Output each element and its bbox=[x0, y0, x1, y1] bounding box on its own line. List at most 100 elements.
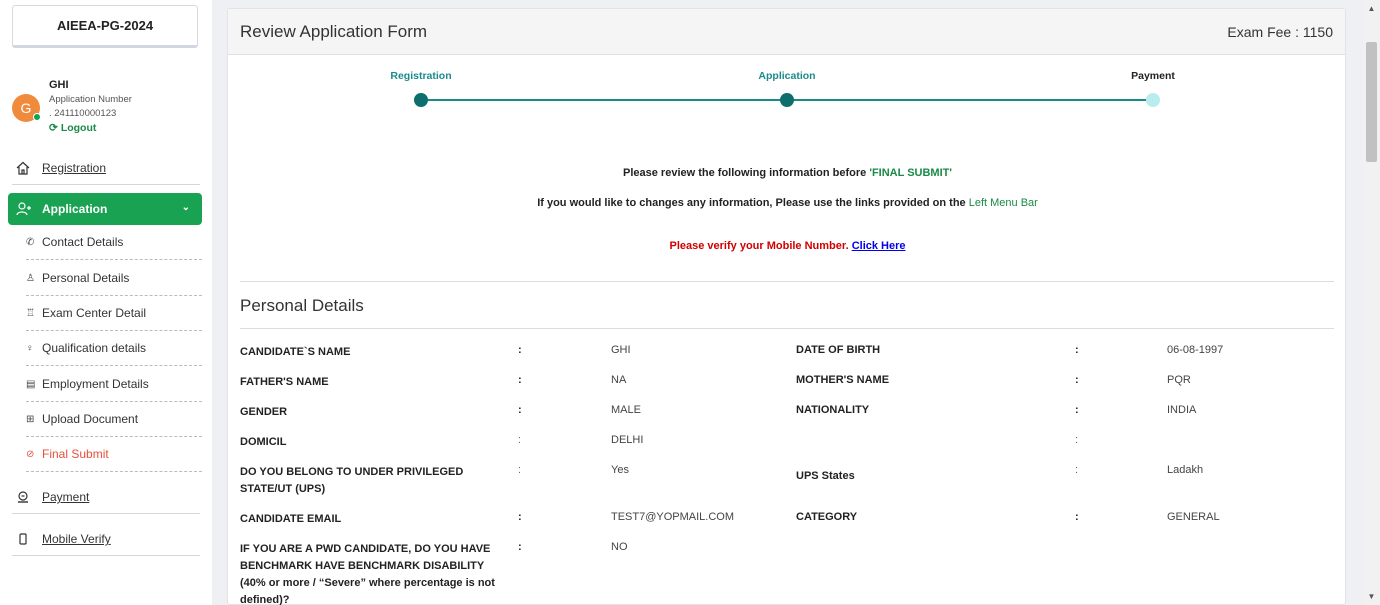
mobile-icon bbox=[12, 533, 34, 545]
phone-icon: ✆ bbox=[26, 236, 35, 248]
nav-registration-label: Registration bbox=[42, 161, 107, 175]
scroll-up-arrow-icon[interactable]: ▲ bbox=[1363, 0, 1380, 17]
field-label: UPS States bbox=[796, 470, 855, 482]
separator: : bbox=[1075, 404, 1079, 416]
field-value: Yes bbox=[611, 464, 629, 476]
qualification-icon: ♀ bbox=[26, 342, 34, 354]
sidebar-item-label: Final Submit bbox=[42, 447, 109, 461]
upload-icon: ⊞ bbox=[26, 413, 35, 425]
sidebar-item-upload-document[interactable]: ⊞ Upload Document bbox=[26, 402, 202, 437]
review-notice-text: Please review the following information … bbox=[623, 167, 870, 179]
sidebar-item-personal-details[interactable]: ♙ Personal Details bbox=[26, 261, 202, 296]
review-notice: Please review the following information … bbox=[228, 167, 1347, 179]
field-label: DO YOU BELONG TO UNDER PRIVILEGED STATE/… bbox=[240, 466, 464, 495]
verify-mobile-link[interactable]: Click Here bbox=[852, 240, 906, 252]
separator: : bbox=[518, 511, 522, 523]
logout-icon: ⟳ bbox=[49, 122, 58, 134]
field-value: NA bbox=[611, 374, 627, 386]
page-title: Review Application Form bbox=[240, 21, 428, 41]
step-dot-registration bbox=[414, 93, 428, 107]
step-dot-payment bbox=[1146, 93, 1160, 107]
scrollbar-thumb[interactable] bbox=[1366, 42, 1377, 162]
field-value: NO bbox=[611, 541, 628, 553]
sidebar-item-label: Personal Details bbox=[42, 271, 130, 285]
step-label-application: Application bbox=[758, 70, 816, 82]
payment-icon bbox=[12, 491, 34, 503]
field-label: IF YOU ARE A PWD CANDIDATE, DO YOU HAVE … bbox=[240, 543, 495, 605]
divider bbox=[240, 281, 1334, 282]
step-label-registration: Registration bbox=[390, 70, 452, 82]
logout-label: Logout bbox=[60, 122, 97, 134]
separator: : bbox=[518, 541, 522, 553]
nav-mobile-verify[interactable]: Mobile Verify bbox=[12, 523, 200, 556]
sidebar-item-final-submit[interactable]: ⊘ Final Submit bbox=[26, 437, 202, 472]
nav-mobile-verify-label: Mobile Verify bbox=[42, 532, 111, 546]
chevron-down-icon: ⌄ bbox=[181, 202, 190, 213]
field-value: DELHI bbox=[611, 434, 644, 446]
field-value: TEST7@YOPMAIL.COM bbox=[611, 511, 735, 523]
change-info-text: If you would like to changes any informa… bbox=[537, 197, 969, 209]
person-icon: ♙ bbox=[26, 272, 35, 284]
nav-application[interactable]: Application ⌄ bbox=[8, 193, 202, 225]
separator: : bbox=[518, 464, 522, 476]
field-value: PQR bbox=[1167, 374, 1191, 386]
panel-header: Review Application Form Exam Fee : 1150 bbox=[228, 9, 1345, 55]
separator: : bbox=[1075, 434, 1079, 446]
field-label: MOTHER'S NAME bbox=[796, 374, 890, 386]
employment-icon: ▤ bbox=[26, 378, 36, 390]
left-menu-bar-highlight: Left Menu Bar bbox=[968, 197, 1038, 209]
change-info-notice: If you would like to changes any informa… bbox=[228, 197, 1347, 209]
sidebar-item-label: Qualification details bbox=[42, 341, 147, 355]
field-label: CANDIDATE EMAIL bbox=[240, 513, 342, 525]
sidebar-item-label: Upload Document bbox=[42, 412, 139, 426]
sidebar-item-exam-center-detail[interactable]: ♖ Exam Center Detail bbox=[26, 296, 202, 331]
exam-code-box: AIEEA-PG-2024 bbox=[12, 5, 198, 48]
field-label: FATHER'S NAME bbox=[240, 376, 329, 388]
add-user-icon bbox=[16, 202, 34, 216]
field-value: 06-08-1997 bbox=[1167, 344, 1224, 356]
page-scrollbar[interactable]: ▲ ▼ bbox=[1363, 0, 1380, 605]
review-panel: Review Application Form Exam Fee : 1150 … bbox=[227, 8, 1346, 605]
field-label: DATE OF BIRTH bbox=[796, 344, 881, 356]
exam-center-icon: ♖ bbox=[26, 307, 35, 319]
separator: : bbox=[1075, 344, 1079, 356]
logout-link[interactable]: ⟳ Logout bbox=[49, 122, 96, 134]
step-dot-application bbox=[780, 93, 794, 107]
sidebar-item-label: Exam Center Detail bbox=[42, 306, 147, 320]
nav-application-label: Application bbox=[42, 202, 108, 216]
sidebar-item-qualification-details[interactable]: ♀ Qualification details bbox=[26, 331, 202, 366]
field-label: CATEGORY bbox=[796, 511, 858, 523]
separator: : bbox=[1075, 464, 1079, 476]
field-label: DOMICIL bbox=[240, 436, 287, 448]
field-label: NATIONALITY bbox=[796, 404, 870, 416]
home-icon bbox=[12, 161, 34, 175]
verify-mobile-text: Please verify your Mobile Number. bbox=[669, 240, 852, 252]
field-value: GENERAL bbox=[1167, 511, 1220, 523]
field-value: Ladakh bbox=[1167, 464, 1204, 476]
field-value: MALE bbox=[611, 404, 641, 416]
separator: : bbox=[518, 374, 522, 386]
field-value: INDIA bbox=[1167, 404, 1197, 416]
separator: : bbox=[518, 404, 522, 416]
application-number-label: Application Number bbox=[49, 94, 132, 105]
sidebar-item-label: Employment Details bbox=[42, 377, 149, 391]
nav-payment[interactable]: Payment bbox=[12, 481, 200, 514]
application-number: . 241110000123 bbox=[49, 108, 117, 119]
avatar: G bbox=[12, 94, 41, 122]
nav-registration[interactable]: Registration bbox=[12, 152, 200, 185]
nav-payment-label: Payment bbox=[42, 490, 90, 504]
final-submit-highlight: 'FINAL SUBMIT' bbox=[869, 167, 952, 179]
sidebar-item-contact-details[interactable]: ✆ Contact Details bbox=[26, 225, 202, 260]
separator: : bbox=[1075, 374, 1079, 386]
field-value: GHI bbox=[611, 344, 631, 356]
sidebar-item-label: Contact Details bbox=[42, 235, 124, 249]
sidebar-item-employment-details[interactable]: ▤ Employment Details bbox=[26, 367, 202, 402]
separator: : bbox=[518, 434, 522, 446]
progress-stepper: Registration Application Payment bbox=[228, 55, 1347, 125]
field-label: GENDER bbox=[240, 406, 288, 418]
exam-fee: Exam Fee : 1150 bbox=[1227, 23, 1333, 40]
field-label: CANDIDATE`S NAME bbox=[240, 346, 351, 358]
scroll-down-arrow-icon[interactable]: ▼ bbox=[1363, 588, 1380, 605]
user-name: GHI bbox=[49, 79, 69, 91]
section-title-personal-details: Personal Details bbox=[240, 296, 364, 315]
